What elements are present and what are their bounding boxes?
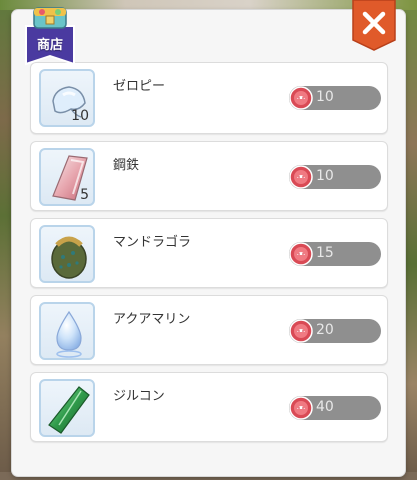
zircon-icon — [48, 386, 90, 434]
shop-chest-icon — [25, 7, 75, 66]
item-name: アクアマリン — [113, 312, 191, 327]
buy-button[interactable]: 40 — [289, 396, 381, 420]
list-item[interactable]: ジルコン 40 — [30, 372, 388, 442]
shop-item-list: 10 ゼロピー 10 5 鋼鉄 10 マンドラゴラ 15 アクアマリン 20 ジ… — [30, 62, 388, 449]
buy-button[interactable]: 20 — [289, 319, 381, 343]
item-price: 10 — [316, 89, 334, 105]
item-icon-frame: 10 — [39, 69, 95, 127]
close-button[interactable] — [351, 0, 397, 52]
aquamarine-icon — [56, 310, 82, 358]
item-name: マンドラゴラ — [113, 235, 192, 250]
list-item[interactable]: マンドラゴラ 15 — [30, 218, 388, 288]
item-price: 40 — [316, 399, 334, 415]
item-quantity: 10 — [71, 108, 89, 124]
item-name: ゼロピー — [113, 79, 166, 94]
list-item[interactable]: 10 ゼロピー 10 — [30, 62, 388, 134]
buy-button[interactable]: 10 — [289, 165, 381, 189]
item-name: ジルコン — [113, 389, 165, 404]
shop-badge: 商店 — [20, 0, 80, 66]
coin-icon — [289, 319, 313, 343]
buy-button[interactable]: 15 — [289, 242, 381, 266]
list-item[interactable]: 5 鋼鉄 10 — [30, 141, 388, 211]
item-icon-frame: 5 — [39, 148, 95, 206]
close-icon[interactable] — [351, 0, 397, 52]
item-name: 鋼鉄 — [113, 158, 140, 173]
buy-button[interactable]: 10 — [289, 86, 381, 110]
item-price: 15 — [316, 245, 334, 261]
mandragora-icon — [51, 236, 87, 279]
coin-icon — [289, 396, 313, 420]
coin-icon — [289, 242, 313, 266]
item-icon-frame — [39, 379, 95, 437]
shop-title: 商店 — [36, 38, 63, 53]
item-price: 20 — [316, 322, 334, 338]
item-price: 10 — [316, 168, 334, 184]
item-icon-frame — [39, 225, 95, 283]
coin-icon — [289, 86, 313, 110]
list-item[interactable]: アクアマリン 20 — [30, 295, 388, 365]
item-icon-frame — [39, 302, 95, 360]
coin-icon — [289, 165, 313, 189]
background-scene-right — [403, 0, 417, 480]
item-quantity: 5 — [80, 187, 89, 203]
